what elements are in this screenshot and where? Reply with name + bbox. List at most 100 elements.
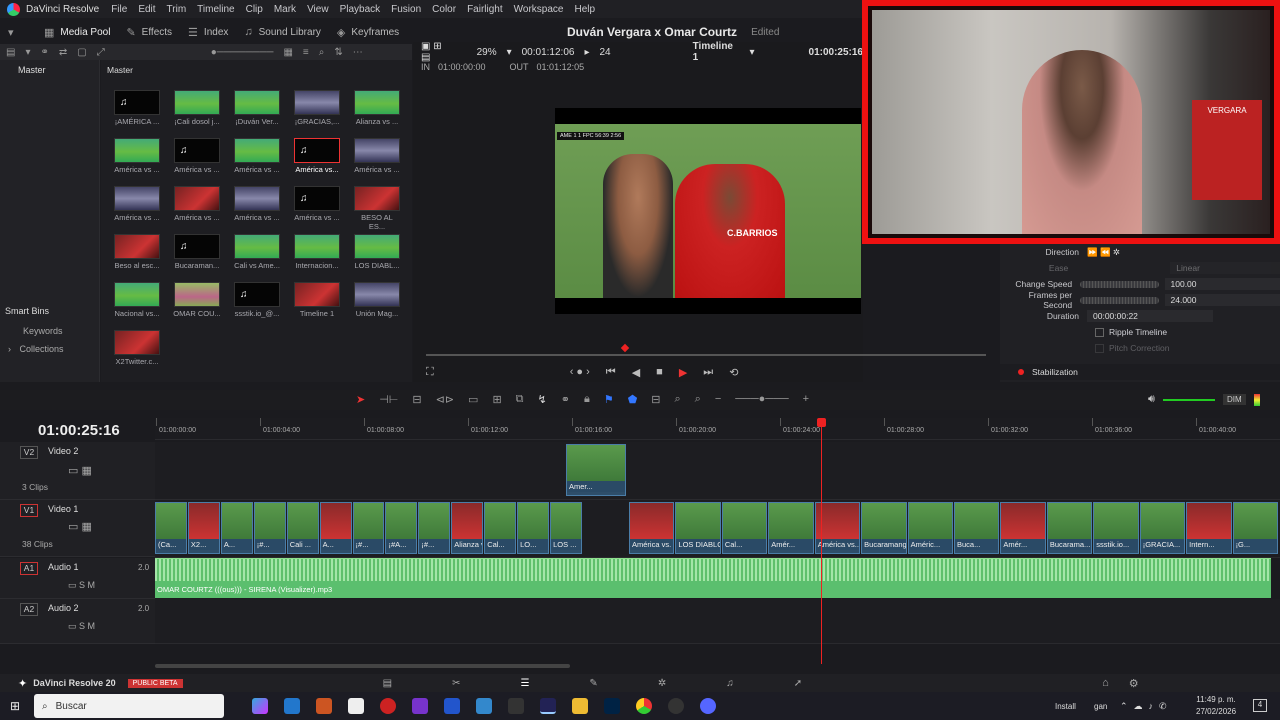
timeline-clip[interactable]: LOS ... [550, 502, 582, 554]
thumb-size-slider[interactable]: ●──────── [211, 47, 274, 58]
panel-toggle-button[interactable]: ▾ [0, 22, 36, 42]
lane-a2[interactable] [155, 599, 1280, 644]
play-icon[interactable]: ▶ [679, 366, 687, 379]
media-clip[interactable]: ♫ América vs ... [173, 138, 221, 178]
timeline-clip[interactable]: A... [319, 502, 352, 554]
menu-clip[interactable]: Clip [246, 4, 263, 15]
timeline-name[interactable]: Timeline 1 [693, 41, 740, 63]
lane-v2[interactable]: Amer... [155, 442, 1280, 500]
media-clip[interactable]: OMAR COU... [173, 282, 221, 322]
timeline-clip[interactable]: Amér... [768, 502, 814, 554]
link-icon[interactable]: ⚭ [40, 47, 48, 58]
media-clip[interactable]: BESO AL ES... [353, 186, 401, 231]
menu-timeline[interactable]: Timeline [197, 4, 234, 15]
settings-icon[interactable]: ⚙ [1129, 677, 1139, 690]
timeline-clip[interactable]: Bucaramanga ... [861, 502, 907, 554]
timeline-playhead[interactable] [817, 418, 826, 664]
chevron-down-icon[interactable]: ▾ [507, 47, 512, 58]
crop-icon[interactable]: ⛶ [426, 366, 434, 379]
menu-playback[interactable]: Playback [340, 4, 381, 15]
outlook-icon[interactable] [444, 698, 460, 714]
pitch-checkbox[interactable] [1095, 343, 1104, 353]
chevron-down-icon[interactable]: ▾ [749, 47, 754, 58]
track-id[interactable]: A2 [20, 603, 38, 616]
change-speed-value[interactable]: 100.00 [1164, 278, 1280, 290]
track-controls-icon[interactable]: ▭ ▦ [68, 464, 92, 477]
track-id[interactable]: V1 [20, 504, 38, 517]
ease-select[interactable]: Linear [1170, 262, 1280, 274]
media-clip[interactable]: América vs ... [113, 138, 161, 178]
zoom-in-icon[interactable]: + [803, 393, 809, 406]
sound-library-button[interactable]: ♫ Sound Library [236, 22, 329, 42]
lock-icon[interactable]: 🔒︎ [584, 393, 590, 406]
media-clip[interactable]: Cali vs Ame... [233, 234, 281, 274]
insert-icon[interactable]: ⊞ [492, 393, 501, 406]
timeline-clip[interactable]: ¡#... [253, 502, 286, 554]
tray-icons[interactable]: ⌃☁♪✆ [1120, 701, 1173, 712]
teams-icon[interactable] [412, 698, 428, 714]
scrubber-track[interactable] [426, 354, 986, 356]
timeline-clip[interactable]: Cal... [721, 502, 768, 554]
timeline-clip[interactable]: ¡GRACIA... [1139, 502, 1186, 554]
overwrite-icon[interactable]: ▭ [468, 393, 478, 406]
fps-input[interactable]: 24.000 [1164, 294, 1280, 306]
timeline-clip[interactable]: LO... [517, 502, 550, 554]
flag-icon[interactable]: ⚑ [604, 393, 614, 406]
skip-start-icon[interactable]: ⏮ [606, 366, 616, 379]
media-clip[interactable]: América vs ... [113, 186, 161, 226]
notepad-icon[interactable] [348, 698, 364, 714]
media-clip[interactable]: América vs ... [233, 186, 281, 226]
lane-v1[interactable]: (Ca... X2... A... ¡#... Cali ... A... ¡#... ¡#A… [155, 500, 1280, 558]
obs-icon[interactable] [668, 698, 684, 714]
terminal-icon[interactable] [508, 698, 524, 714]
direction-icons[interactable]: ⏩ ⏪ ✲ [1087, 247, 1120, 258]
timeline-clip[interactable]: ssstik.io... [1093, 502, 1139, 554]
media-clip[interactable]: ♫ América vs ... [293, 186, 341, 226]
track-controls-icon[interactable]: ▭ S M [68, 621, 95, 632]
jog-icon[interactable]: ‹ ● › [570, 366, 590, 378]
menu-trim[interactable]: Trim [167, 4, 187, 15]
timeline-clip[interactable]: X2... [187, 502, 220, 554]
master-bin[interactable]: Master [18, 65, 46, 75]
media-clip[interactable]: Alianza vs ... [353, 90, 401, 130]
notification-badge[interactable]: 4 [1253, 699, 1267, 712]
resolve-taskbar-icon[interactable] [540, 698, 556, 714]
media-clip[interactable]: ¡Duván Ver... [233, 90, 281, 130]
menu-edit[interactable]: Edit [138, 4, 155, 15]
detail-zoom-icon[interactable]: ⌕ [674, 393, 680, 406]
menu-mark[interactable]: Mark [274, 4, 296, 15]
zoom-slider[interactable]: ───●─── [735, 393, 788, 406]
timeline-clip[interactable]: Cal... [484, 502, 517, 554]
timeline-clip[interactable]: ¡#... [418, 502, 451, 554]
selection-tool-icon[interactable]: ➤ [356, 393, 365, 406]
track-name[interactable]: Video 1 [48, 504, 78, 514]
chevron-down-icon[interactable]: ▾ [25, 47, 30, 58]
collections-bin[interactable]: › Collections [8, 344, 64, 354]
media-clip[interactable]: Nacional vs... [113, 282, 161, 322]
media-clip[interactable]: ¡Cali dosol j... [173, 90, 221, 130]
more-icon[interactable]: ⋯ [353, 47, 363, 58]
track-name[interactable]: Audio 2 [48, 603, 79, 613]
track-controls-icon[interactable]: ▭ ▦ [68, 520, 92, 533]
keyframes-button[interactable]: ◈ Keyframes [329, 22, 407, 42]
list-icon[interactable]: ≡ [303, 47, 309, 58]
stop-icon[interactable]: ■ [656, 366, 663, 378]
language-indicator[interactable]: gan [1094, 702, 1107, 711]
timeline-clip[interactable]: ¡G... [1232, 502, 1278, 554]
speaker-icon[interactable]: 🔊︎ [1148, 393, 1155, 406]
search-icon[interactable]: ⌕ [319, 47, 325, 58]
loop-icon[interactable]: ⟲ [729, 366, 738, 379]
sort-icon[interactable]: ⇅ [334, 47, 342, 58]
timeline-ruler[interactable]: 01:00:00:00 01:00:04:00 01:00:08:00 01:00:1… [155, 418, 1280, 440]
install-label[interactable]: Install [1055, 702, 1076, 711]
list-view-icon[interactable]: ▤ [6, 47, 15, 58]
step-back-icon[interactable]: ◀ [632, 366, 640, 379]
chrome-icon[interactable] [636, 698, 652, 714]
zoom-level[interactable]: 29% [477, 47, 497, 58]
timeline-clip[interactable]: Buca... [954, 502, 1000, 554]
change-speed-slider[interactable] [1080, 280, 1159, 288]
media-clip[interactable]: América vs ... [353, 138, 401, 178]
duration-input[interactable]: 00:00:00:22 [1087, 310, 1213, 322]
timeline-scrollbar[interactable] [155, 664, 570, 668]
track-id[interactable]: A1 [20, 562, 38, 575]
